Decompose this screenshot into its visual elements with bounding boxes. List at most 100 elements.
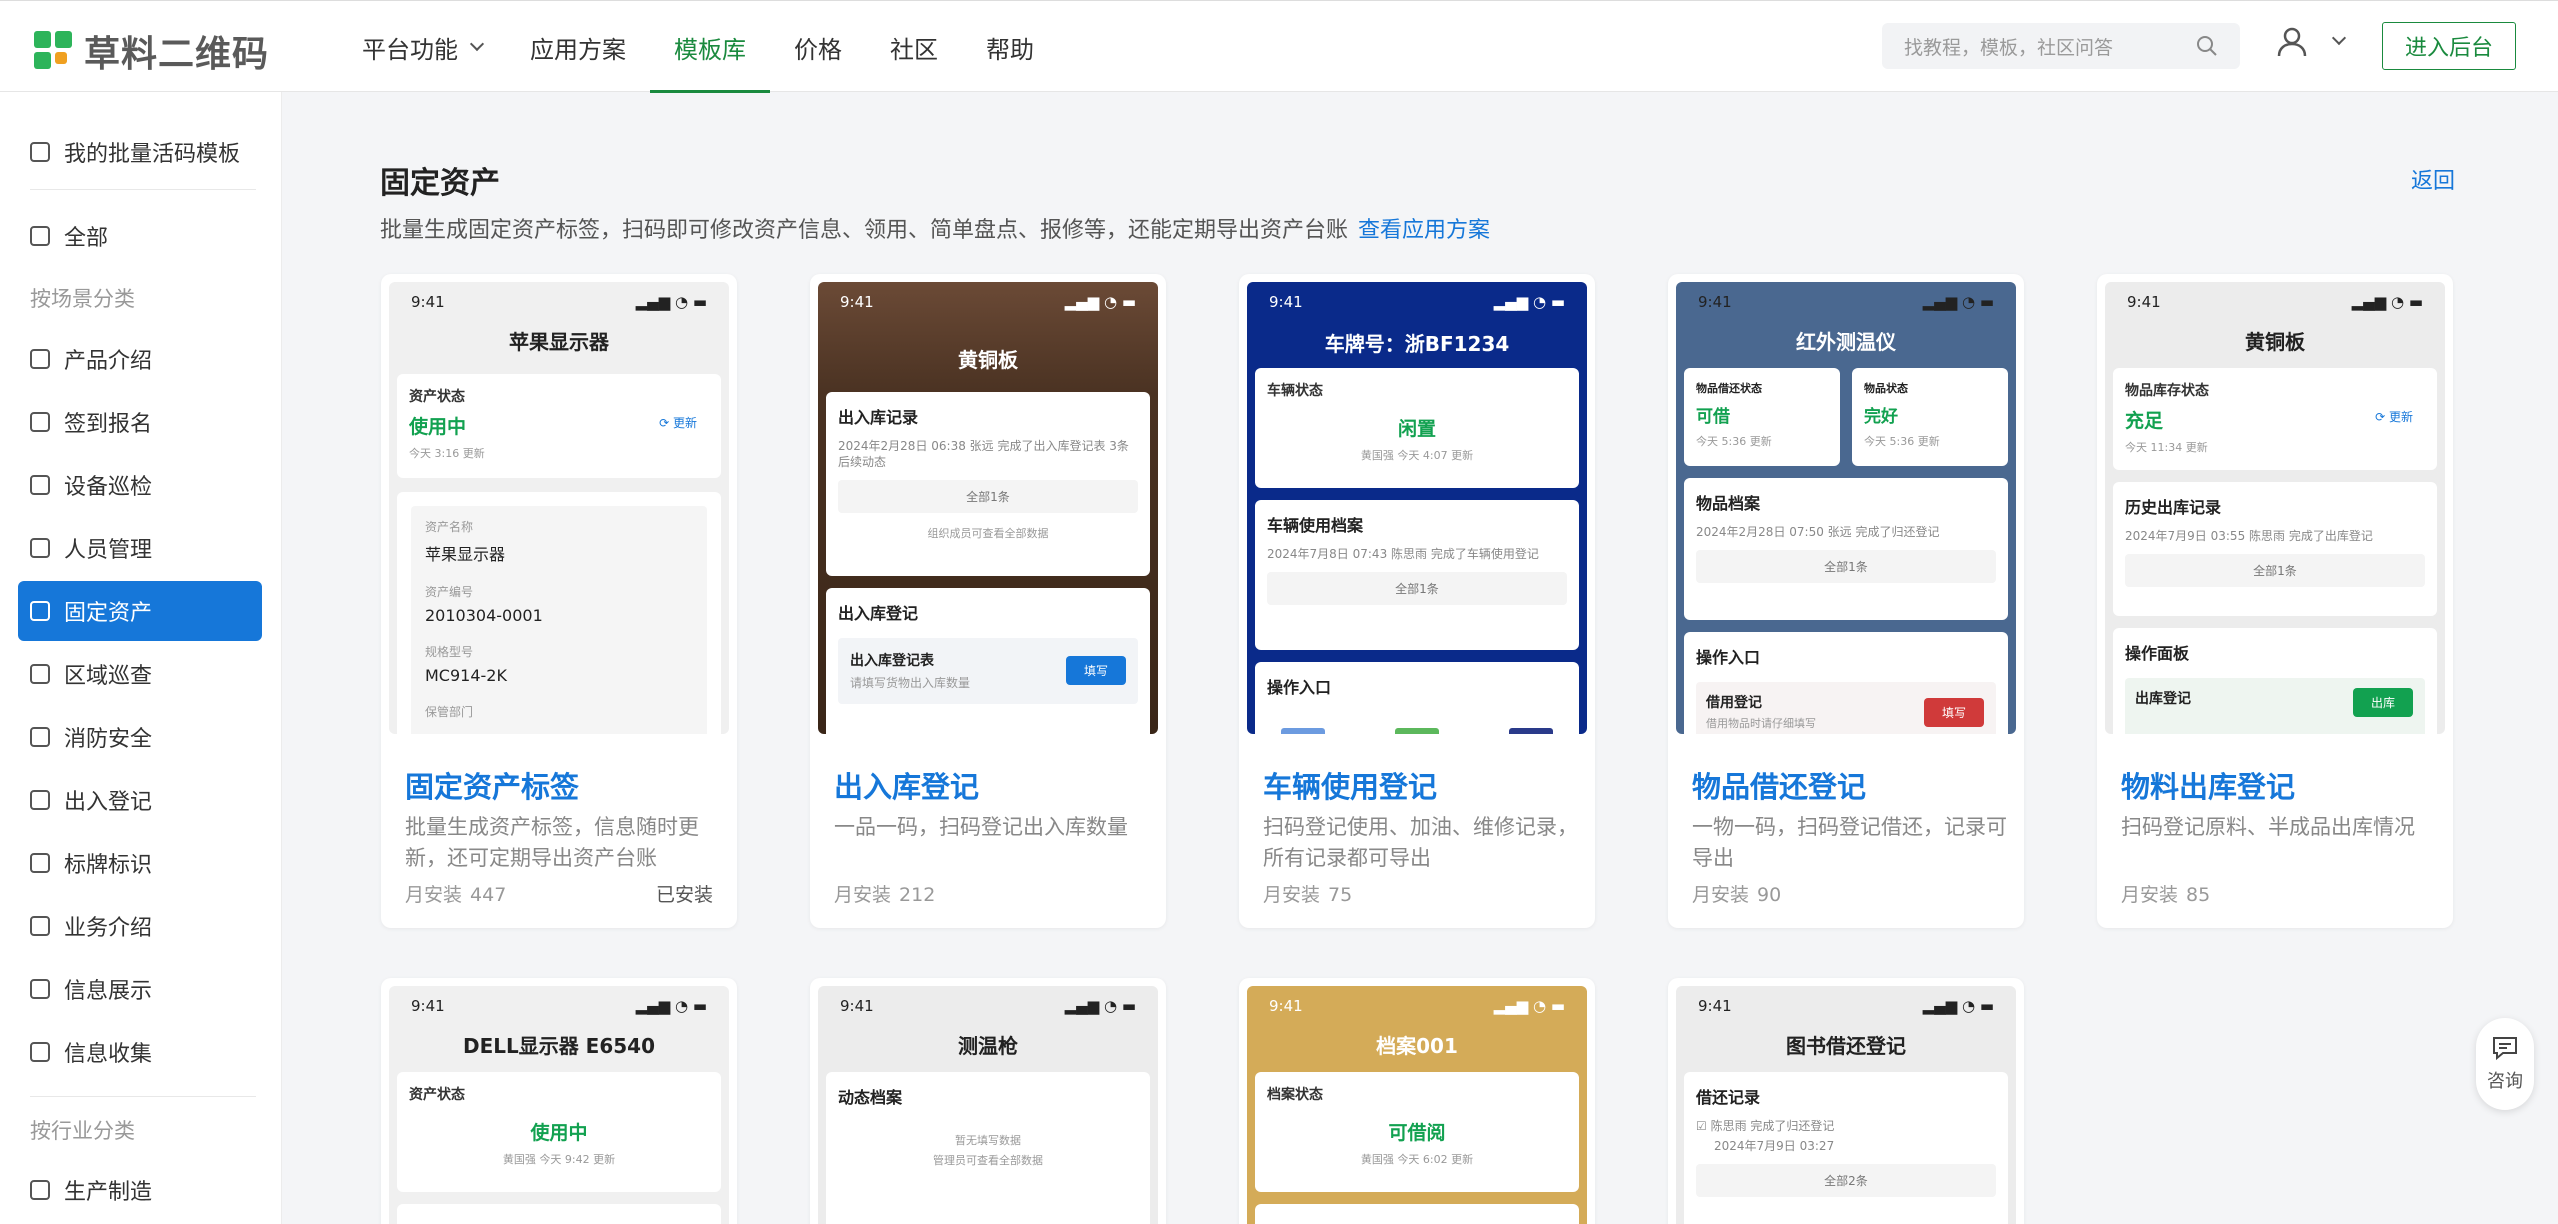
status-value: 可借阅 — [1388, 1122, 1446, 1144]
installs-count: 447 — [470, 884, 507, 906]
template-card[interactable]: 9:41 ▂▄▆ ◔ ▬ DELL显示器 E6540 资产状态 使用中 黄国强 今… — [381, 978, 737, 1224]
sidebar-item-info-collection[interactable]: 信息收集 — [18, 1022, 262, 1082]
view-all-button: 全部1条 — [1696, 550, 1996, 583]
door-icon — [30, 790, 50, 810]
sidebar-item-checkin[interactable]: 签到报名 — [18, 392, 262, 452]
template-card[interactable]: 9:41 ▂▄▆ ◔ ▬ 苹果显示器 资产状态 使用中 今天 3:16 更新 ⟳ … — [381, 274, 737, 928]
status-label: 资产状态 — [409, 1087, 465, 1103]
operations-title: 操作入口 — [1267, 678, 1332, 697]
sidebar-item-label: 出入登记 — [64, 790, 153, 815]
template-card[interactable]: 9:41 ▂▄▆ ◔ ▬ 黄铜板 出入库记录 2024年2月28日 06:38 张… — [810, 274, 1166, 928]
update-link: ⟳ 更新 — [659, 416, 697, 430]
template-card[interactable]: 9:41 ▂▄▆ ◔ ▬ 档案001 档案状态 可借阅 黄国强 今天 6:02 更… — [1239, 978, 1595, 1224]
status-bar: 9:41 ▂▄▆ ◔ ▬ — [1676, 282, 2016, 322]
sidebar-item-business-intro[interactable]: 业务介绍 — [18, 896, 262, 956]
preview-title: 测温枪 — [958, 1034, 1018, 1058]
template-description: 一品一码，扫码登记出入库数量 — [834, 815, 1128, 839]
signal-icon: ▂▄▆ ◔ ▬ — [1064, 997, 1136, 1015]
template-preview: 9:41 ▂▄▆ ◔ ▬ 图书借还登记 借还记录 ☑ 陈思雨 完成了归还登记 20… — [1676, 986, 2016, 1224]
status-time: 9:41 — [2127, 293, 2161, 311]
nav-help[interactable]: 帮助 — [962, 1, 1058, 93]
status-time: 9:41 — [411, 293, 445, 311]
sidebar-item-label: 产品介绍 — [64, 349, 153, 374]
divider — [30, 1096, 256, 1097]
status-label: 车辆状态 — [1267, 383, 1323, 399]
search-icon[interactable] — [2196, 35, 2218, 57]
record-note: 管理员可查看全部数据 — [933, 1154, 1043, 1167]
consult-button[interactable]: 咨询 — [2476, 1018, 2534, 1110]
record-box: 车辆使用档案 2024年7月8日 07:43 陈思雨 完成了车辆使用登记 全部1… — [1255, 500, 1579, 650]
operation-icon — [1281, 728, 1325, 734]
status-bar: 9:41 ▂▄▆ ◔ ▬ — [1247, 986, 1587, 1026]
sidebar-item-fire-safety[interactable]: 消防安全 — [18, 707, 262, 767]
template-description: 批量生成资产标签，信息随时更新，还可定期导出资产台账 — [405, 815, 699, 870]
template-card[interactable]: 9:41 ▂▄▆ ◔ ▬ 测温枪 动态档案 暂无填写数据 管理员可查看全部数据 — [810, 978, 1166, 1224]
logo-icon — [34, 31, 74, 71]
sidebar-item-info-display[interactable]: 信息展示 — [18, 959, 262, 1019]
sidebar-item-product-intro[interactable]: 产品介绍 — [18, 329, 262, 389]
sidebar-item-entry-registration[interactable]: 出入登记 — [18, 770, 262, 830]
update-label: 更新 — [672, 416, 697, 430]
outbound-button: 出库 — [2352, 688, 2413, 717]
sidebar-item-equipment-inspection[interactable]: 设备巡检 — [18, 455, 262, 515]
display-icon — [30, 979, 50, 999]
status-label: 物品借还状态 — [1696, 382, 1762, 395]
template-name: 出入库登记 — [834, 770, 980, 804]
sidebar-item-area-patrol[interactable]: 区域巡查 — [18, 644, 262, 704]
template-description: 扫码登记使用、加油、维修记录，所有记录都可导出 — [1263, 815, 1578, 870]
person-card-icon — [30, 538, 50, 558]
record-line-text: 陈思雨 完成了归还登记 — [1710, 1119, 1835, 1133]
nav-community[interactable]: 社区 — [866, 1, 962, 93]
search-input[interactable]: 找教程，模板，社区问答 — [1882, 23, 2240, 69]
template-preview: 9:41 ▂▄▆ ◔ ▬ 档案001 档案状态 可借阅 黄国强 今天 6:02 更… — [1247, 986, 1587, 1224]
record-title: 动态档案 — [838, 1088, 903, 1107]
nav-template-library[interactable]: 模板库 — [650, 1, 770, 93]
user-icon — [2277, 27, 2307, 57]
template-card[interactable]: 9:41 ▂▄▆ ◔ ▬ 车牌号：浙BF1234 车辆状态 闲置 黄国强 今天 4… — [1239, 274, 1595, 928]
status-bar: 9:41 ▂▄▆ ◔ ▬ — [818, 282, 1158, 322]
sidebar-item-label: 全部 — [64, 226, 109, 251]
status-time: 9:41 — [411, 997, 445, 1015]
sidebar-item-label: 我的批量活码模板 — [64, 142, 241, 167]
sidebar-item-personnel[interactable]: 人员管理 — [18, 518, 262, 578]
sidebar-item-my-templates[interactable]: 我的批量活码模板 — [18, 122, 262, 182]
field-value: MC914-2K — [425, 666, 507, 685]
top-navigation-bar: 草料二维码 平台功能 应用方案 模板库 价格 社区 帮助 找教程，模板，社区问答… — [0, 0, 2558, 93]
record-title: 出入库记录 — [838, 408, 919, 427]
user-menu[interactable] — [2276, 25, 2347, 57]
sidebar-item-manufacturing[interactable]: 生产制造 — [18, 1160, 262, 1220]
location-icon — [30, 664, 50, 684]
record-box: 历史出库记录 2024年7月9日 03:55 陈思雨 完成了出库登记 全部1条 — [2113, 482, 2437, 616]
divider — [30, 189, 256, 190]
nav-pricing[interactable]: 价格 — [770, 1, 866, 93]
monthly-installs: 月安装 90 — [1692, 880, 1781, 907]
view-solution-link[interactable]: 查看应用方案 — [1358, 218, 1490, 243]
nav-label: 应用方案 — [530, 35, 626, 64]
sidebar-item-fixed-assets[interactable]: 固定资产 — [18, 581, 262, 641]
status-bar: 9:41 ▂▄▆ ◔ ▬ — [818, 986, 1158, 1026]
template-card[interactable]: 9:41 ▂▄▆ ◔ ▬ 黄铜板 物品库存状态 充足 今天 11:34 更新 ⟳ … — [2097, 274, 2453, 928]
enter-admin-button[interactable]: 进入后台 — [2382, 22, 2516, 70]
nav-platform-features[interactable]: 平台功能 — [338, 1, 506, 93]
template-name: 车辆使用登记 — [1263, 770, 1438, 804]
sidebar-item-signage[interactable]: 标牌标识 — [18, 833, 262, 893]
installs-label: 月安装 — [1263, 884, 1321, 906]
preview-title: DELL显示器 E6540 — [462, 1034, 656, 1058]
location-icon — [30, 475, 50, 495]
status-bar: 9:41 ▂▄▆ ◔ ▬ — [389, 986, 729, 1026]
status-value: 完好 — [1864, 407, 1898, 427]
template-card[interactable]: 9:41 ▂▄▆ ◔ ▬ 红外测温仪 物品借还状态 可借 今天 5:36 更新 物… — [1668, 274, 2024, 928]
field-label: 规格型号 — [425, 645, 474, 659]
nav-solutions[interactable]: 应用方案 — [506, 1, 650, 93]
preview-title: 图书借还登记 — [1786, 1034, 1906, 1058]
brand-logo[interactable]: 草料二维码 — [34, 25, 269, 77]
status-time-text: 今天 5:36 更新 — [1696, 435, 1772, 448]
back-link[interactable]: 返回 — [2411, 163, 2455, 195]
template-name: 物料出库登记 — [2121, 770, 2296, 804]
template-card[interactable]: 9:41 ▂▄▆ ◔ ▬ 图书借还登记 借还记录 ☑ 陈思雨 完成了归还登记 20… — [1668, 978, 2024, 1224]
preview-title: 车牌号：浙BF1234 — [1324, 332, 1510, 356]
status-bar: 9:41 ▂▄▆ ◔ ▬ — [1247, 282, 1587, 322]
status-value: 使用中 — [530, 1122, 588, 1144]
sidebar-item-all[interactable]: 全部 — [18, 206, 262, 266]
record-title: 车辆使用档案 — [1267, 516, 1364, 535]
